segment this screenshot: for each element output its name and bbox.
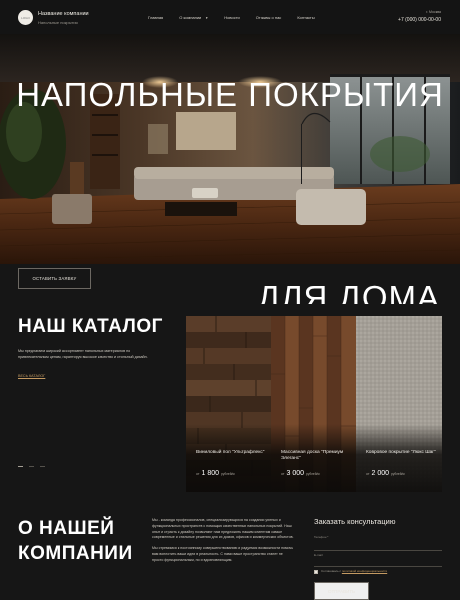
phone-link[interactable]: +7 (000) 000-00-00 bbox=[398, 17, 441, 23]
nav-item-label: Отзывы о нас bbox=[255, 15, 282, 20]
privacy-policy-link[interactable]: политикой конфиденциальности bbox=[342, 569, 387, 573]
price-prefix: от bbox=[366, 472, 370, 476]
price-value: 1 800 bbox=[201, 470, 220, 477]
consent-text: Соглашаюсь с политикой конфиденциальност… bbox=[321, 569, 387, 573]
request-button[interactable]: ОСТАВИТЬ ЗАЯВКУ bbox=[18, 268, 91, 289]
product-price: от 2 000 рублей/м bbox=[366, 470, 405, 477]
hero-title-top: НАПОЛЬНЫЕ ПОКРЫТИЯ bbox=[16, 76, 444, 113]
about-paragraph: Мы - команда профессионалов, специализир… bbox=[152, 518, 294, 540]
hero-title-bottom: ДЛЯ ДОМА bbox=[257, 279, 440, 304]
hero-section: НАПОЛЬНЫЕ ПОКРЫТИЯ ДЛЯ ДОМА bbox=[0, 34, 460, 304]
price-value: 3 000 bbox=[286, 470, 305, 477]
product-price: от 3 000 рублей/м bbox=[281, 470, 320, 477]
nav-item-label: Главная bbox=[148, 15, 164, 20]
product-name: Ковровое покрытие "Люкс Шаг" bbox=[366, 450, 436, 455]
nav-item-news[interactable]: Новости bbox=[224, 15, 239, 20]
consent-checkbox[interactable] bbox=[314, 570, 318, 574]
about-title-line: О НАШЕЙ bbox=[18, 518, 115, 539]
submit-button[interactable]: ОТПРАВИТЬ bbox=[314, 582, 369, 600]
phone-field-underline bbox=[314, 550, 442, 551]
nav-item-reviews[interactable]: Отзывы о нас bbox=[256, 15, 282, 20]
catalog-title: НАШ КАТАЛОГ bbox=[18, 316, 163, 337]
product-list: Виниловый пол "Ультрафлекс" от 1 800 руб… bbox=[186, 316, 442, 492]
price-unit: рублей/м bbox=[306, 472, 320, 476]
product-overlay bbox=[186, 424, 272, 492]
company-tagline: Напольные покрытия bbox=[38, 20, 78, 25]
slider-dot[interactable] bbox=[18, 466, 23, 467]
email-field-underline bbox=[314, 566, 442, 567]
about-title: О НАШЕЙ КОМПАНИИ bbox=[18, 516, 133, 566]
catalog-description: Мы предлагаем широкий ассортимент наполь… bbox=[18, 349, 148, 360]
logo[interactable]: LOGO bbox=[18, 10, 33, 25]
full-catalog-link[interactable]: ВЕСЬ КАТАЛОГ bbox=[18, 374, 45, 378]
consent-prefix: Соглашаюсь с bbox=[321, 569, 342, 573]
logo-text: LOGO bbox=[21, 15, 30, 20]
form-title: Заказать консультацию bbox=[314, 517, 396, 526]
price-value: 2 000 bbox=[371, 470, 390, 477]
slider-dot[interactable] bbox=[29, 466, 34, 467]
site-header: LOGO Название компании Напольные покрыти… bbox=[0, 0, 460, 34]
city-label: г. Москва bbox=[426, 10, 441, 14]
product-price: от 1 800 рублей/м bbox=[196, 470, 235, 477]
product-card[interactable]: Виниловый пол "Ультрафлекс" от 1 800 руб… bbox=[186, 316, 272, 492]
price-prefix: от bbox=[196, 472, 200, 476]
price-unit: рублей/м bbox=[391, 472, 405, 476]
about-paragraph: Мы стремимся к постоянному совершенствов… bbox=[152, 546, 294, 562]
chevron-down-icon: ▼ bbox=[205, 15, 209, 20]
nav-item-home[interactable]: Главная bbox=[148, 15, 163, 20]
nav-item-label: Контакты bbox=[297, 15, 315, 20]
product-name: Массивная доска "Премиум Элеганс" bbox=[281, 450, 344, 462]
nav-item-label: Новости bbox=[224, 15, 240, 20]
price-prefix: от bbox=[281, 472, 285, 476]
main-nav: Главная О компании ▼ Новости Отзывы о нас… bbox=[148, 15, 331, 20]
product-card[interactable]: Ковровое покрытие "Люкс Шаг" от 2 000 ру… bbox=[356, 316, 442, 492]
nav-item-about[interactable]: О компании ▼ bbox=[179, 15, 208, 20]
slider-dot[interactable] bbox=[40, 466, 45, 467]
company-name: Название компании bbox=[38, 11, 89, 17]
nav-item-contacts[interactable]: Контакты bbox=[297, 15, 314, 20]
slider-pagination bbox=[18, 466, 45, 467]
about-text: Мы - команда профессионалов, специализир… bbox=[152, 518, 294, 564]
product-card[interactable]: Массивная доска "Премиум Элеганс" от 3 0… bbox=[271, 316, 357, 492]
hero-interior-image bbox=[0, 34, 460, 264]
product-name: Виниловый пол "Ультрафлекс" bbox=[196, 450, 265, 455]
product-overlay bbox=[356, 424, 442, 492]
phone-field-label: Телефон * bbox=[314, 535, 329, 539]
nav-item-label: О компании bbox=[179, 15, 202, 20]
price-unit: рублей/м bbox=[221, 472, 235, 476]
about-title-line: КОМПАНИИ bbox=[18, 543, 133, 564]
phone-field[interactable] bbox=[314, 540, 442, 550]
